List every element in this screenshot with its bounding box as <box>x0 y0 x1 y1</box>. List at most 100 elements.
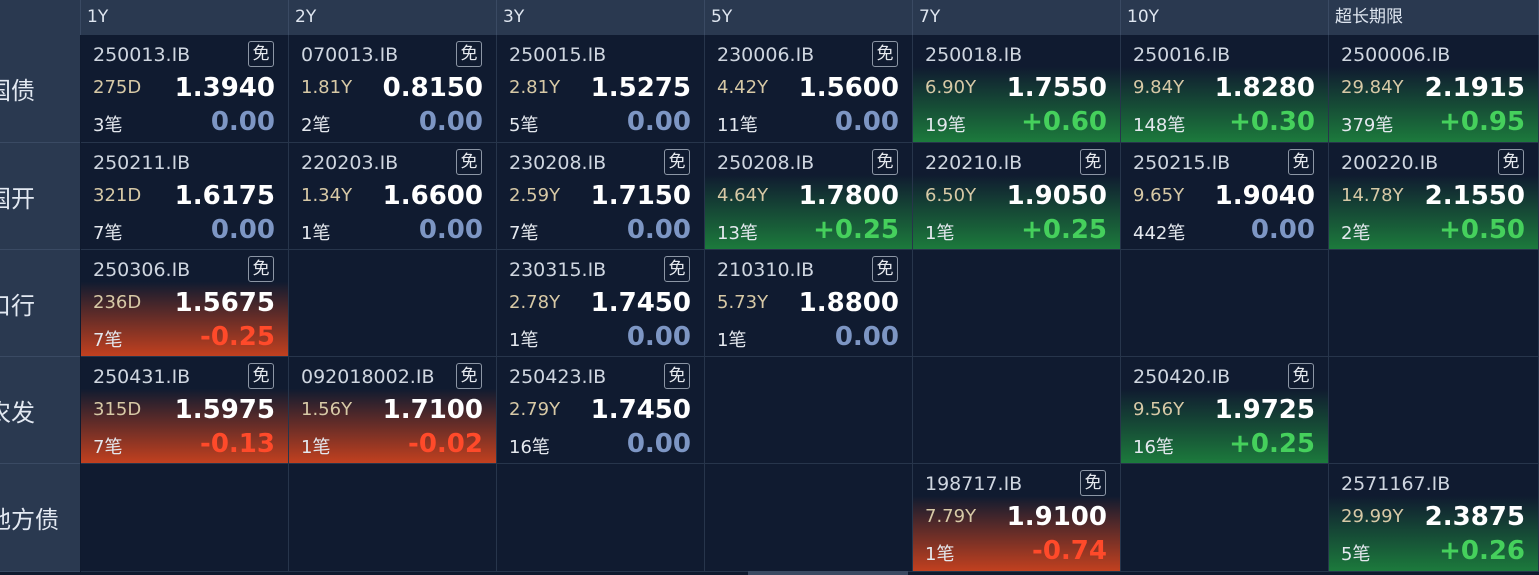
quote-cell[interactable]: 210310.IB 免 5.73Y 1.8800 1笔 0.00 <box>705 250 913 357</box>
quote-cell[interactable]: 250016.IB 9.84Y 1.8280 148笔 +0.30 <box>1121 35 1329 143</box>
trade-count: 442笔 <box>1133 223 1186 244</box>
quote-cell[interactable]: 070013.IB 免 1.81Y 0.8150 2笔 0.00 <box>289 35 497 143</box>
remaining-term: 2.59Y <box>509 185 561 206</box>
bond-code[interactable]: 250306.IB <box>93 259 190 281</box>
bond-code[interactable]: 092018002.IB <box>301 366 434 388</box>
bond-code[interactable]: 2500006.IB <box>1341 44 1450 66</box>
remaining-term: 4.42Y <box>717 77 769 98</box>
bond-code[interactable]: 250420.IB <box>1133 366 1230 388</box>
free-badge: 免 <box>456 149 482 175</box>
quote-cell[interactable]: 198717.IB 免 7.79Y 1.9100 1笔 -0.74 <box>913 464 1121 572</box>
column-header[interactable]: 2Y <box>289 0 497 35</box>
bond-code[interactable]: 250016.IB <box>1133 44 1230 66</box>
row-label[interactable]: 农发 <box>0 357 80 464</box>
bond-code[interactable]: 220203.IB <box>301 152 398 174</box>
empty-cell <box>289 464 497 572</box>
quote-cell[interactable]: 2500006.IB 29.84Y 2.1915 379笔 +0.95 <box>1329 35 1539 143</box>
yield-change: +0.30 <box>1229 107 1315 137</box>
quote-cell[interactable]: 250215.IB 免 9.65Y 1.9040 442笔 0.00 <box>1121 143 1329 250</box>
quote-cell[interactable]: 230208.IB 免 2.59Y 1.7150 7笔 0.00 <box>497 143 705 250</box>
quote-cell[interactable]: 250211.IB 321D 1.6175 7笔 0.00 <box>81 143 289 250</box>
quote-cell[interactable]: 2571167.IB 29.99Y 2.3875 5笔 +0.26 <box>1329 464 1539 572</box>
free-badge: 免 <box>1498 149 1524 175</box>
yield-change: +0.25 <box>813 215 899 245</box>
trade-count: 1笔 <box>301 223 331 244</box>
column-header[interactable]: 超长期限 <box>1329 0 1539 35</box>
remaining-term: 9.84Y <box>1133 77 1185 98</box>
free-badge: 免 <box>664 149 690 175</box>
free-badge: 免 <box>1288 149 1314 175</box>
bond-code[interactable]: 250423.IB <box>509 366 606 388</box>
quote-cell[interactable]: 250306.IB 免 236D 1.5675 7笔 -0.25 <box>81 250 289 357</box>
remaining-term: 6.90Y <box>925 77 977 98</box>
trade-count: 1笔 <box>509 330 539 351</box>
yield-value: 1.7800 <box>798 181 899 211</box>
quote-cell[interactable]: 092018002.IB 免 1.56Y 1.7100 1笔 -0.02 <box>289 357 497 464</box>
bond-code[interactable]: 2571167.IB <box>1341 473 1450 495</box>
trade-count: 7笔 <box>509 223 539 244</box>
bond-code[interactable]: 220210.IB <box>925 152 1022 174</box>
bond-code[interactable]: 250211.IB <box>93 152 190 174</box>
column-header[interactable]: 5Y <box>705 0 913 35</box>
quote-cell[interactable]: 200220.IB 免 14.78Y 2.1550 2笔 +0.50 <box>1329 143 1539 250</box>
quote-cell[interactable]: 250420.IB 免 9.56Y 1.9725 16笔 +0.25 <box>1121 357 1329 464</box>
yield-change: 0.00 <box>626 215 691 245</box>
trade-count: 1笔 <box>925 223 955 244</box>
trade-count: 13笔 <box>717 223 758 244</box>
quote-cell[interactable]: 250018.IB 6.90Y 1.7550 19笔 +0.60 <box>913 35 1121 143</box>
row-label-text: 国开 <box>0 184 35 213</box>
free-badge: 免 <box>872 41 898 67</box>
remaining-term: 2.79Y <box>509 399 561 420</box>
bond-code[interactable]: 250431.IB <box>93 366 190 388</box>
quote-cell[interactable]: 220203.IB 免 1.34Y 1.6600 1笔 0.00 <box>289 143 497 250</box>
bond-code[interactable]: 198717.IB <box>925 473 1022 495</box>
empty-cell <box>497 464 705 572</box>
row-label[interactable]: 口行 <box>0 250 80 357</box>
empty-cell <box>913 250 1121 357</box>
bond-code[interactable]: 250018.IB <box>925 44 1022 66</box>
bond-code[interactable]: 070013.IB <box>301 44 398 66</box>
column-header[interactable]: 7Y <box>913 0 1121 35</box>
quote-cell[interactable]: 250015.IB 2.81Y 1.5275 5笔 0.00 <box>497 35 705 143</box>
row-label[interactable]: 地方债 <box>0 464 80 572</box>
yield-value: 1.7450 <box>590 288 691 318</box>
yield-value: 1.7100 <box>382 395 483 425</box>
bond-code[interactable]: 230208.IB <box>509 152 606 174</box>
quote-cell[interactable]: 230006.IB 免 4.42Y 1.5600 11笔 0.00 <box>705 35 913 143</box>
bond-code[interactable]: 210310.IB <box>717 259 814 281</box>
column-header[interactable]: 3Y <box>497 0 705 35</box>
yield-value: 1.9040 <box>1214 181 1315 211</box>
empty-cell <box>1121 464 1329 572</box>
horizontal-scrollbar[interactable] <box>748 571 908 575</box>
yield-change: +0.26 <box>1439 536 1525 566</box>
row-label-text: 农发 <box>0 398 35 427</box>
free-badge: 免 <box>1080 470 1106 496</box>
yield-value: 1.7550 <box>1006 73 1107 103</box>
quote-cell[interactable]: 250431.IB 免 315D 1.5975 7笔 -0.13 <box>81 357 289 464</box>
yield-value: 1.9100 <box>1006 502 1107 532</box>
empty-cell <box>81 464 289 572</box>
empty-cell <box>1329 250 1539 357</box>
bond-code[interactable]: 250215.IB <box>1133 152 1230 174</box>
free-badge: 免 <box>248 41 274 67</box>
quote-cell[interactable]: 230315.IB 免 2.78Y 1.7450 1笔 0.00 <box>497 250 705 357</box>
quote-cell[interactable]: 220210.IB 免 6.50Y 1.9050 1笔 +0.25 <box>913 143 1121 250</box>
quote-cell[interactable]: 250423.IB 免 2.79Y 1.7450 16笔 0.00 <box>497 357 705 464</box>
remaining-term: 29.99Y <box>1341 506 1404 527</box>
quote-cell[interactable]: 250013.IB 免 275D 1.3940 3笔 0.00 <box>81 35 289 143</box>
yield-value: 1.5600 <box>798 73 899 103</box>
trade-count: 2笔 <box>301 115 331 136</box>
column-header[interactable]: 10Y <box>1121 0 1329 35</box>
yield-change: 0.00 <box>626 322 691 352</box>
row-label[interactable]: 国债 <box>0 35 80 143</box>
bond-code[interactable]: 230315.IB <box>509 259 606 281</box>
bond-code[interactable]: 250208.IB <box>717 152 814 174</box>
row-label[interactable]: 国开 <box>0 143 80 250</box>
free-badge: 免 <box>664 363 690 389</box>
bond-code[interactable]: 230006.IB <box>717 44 814 66</box>
quote-cell[interactable]: 250208.IB 免 4.64Y 1.7800 13笔 +0.25 <box>705 143 913 250</box>
bond-code[interactable]: 250013.IB <box>93 44 190 66</box>
column-header[interactable]: 1Y <box>81 0 289 35</box>
bond-code[interactable]: 200220.IB <box>1341 152 1438 174</box>
bond-code[interactable]: 250015.IB <box>509 44 606 66</box>
